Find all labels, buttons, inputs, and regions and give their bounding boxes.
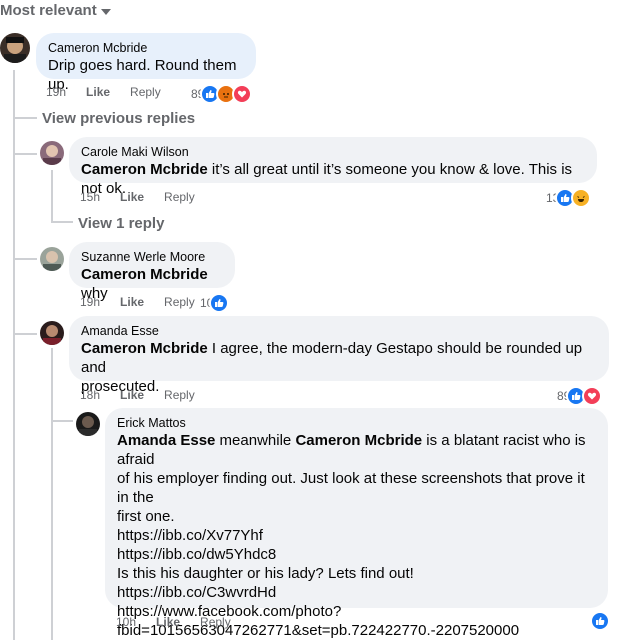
reaction-summary[interactable]: 89 (191, 84, 253, 104)
comment-time[interactable]: 19h (46, 85, 66, 99)
sort-label: Most relevant (0, 2, 97, 19)
url-link[interactable]: https://ibb.co/Xv77Yhf (117, 526, 596, 545)
reply-button[interactable]: Reply (164, 388, 195, 402)
avatar[interactable] (40, 321, 64, 345)
like-button[interactable]: Like (120, 388, 144, 402)
reply-button[interactable]: Reply (130, 85, 161, 99)
comment-bubble: Cameron Mcbride Drip goes hard. Round th… (36, 33, 256, 93)
thread-line (51, 170, 53, 222)
like-button[interactable]: Like (156, 615, 180, 629)
comment-text-line: Is this his daughter or his lady? Lets f… (117, 565, 414, 582)
view-previous-replies-link[interactable]: View previous replies (42, 110, 195, 127)
sort-dropdown[interactable]: Most relevant (0, 2, 111, 19)
thread-branch (13, 153, 37, 155)
reaction-summary[interactable] (588, 611, 610, 631)
mention-link[interactable]: Amanda Esse (117, 432, 215, 449)
mention-link[interactable]: Cameron Mcbride (81, 340, 208, 357)
profile-photo-icon (40, 141, 64, 165)
like-button[interactable]: Like (120, 190, 144, 204)
reply-button[interactable]: Reply (200, 615, 231, 629)
thumbs-up-icon (209, 293, 230, 313)
mention-link[interactable]: Cameron Mcbride (81, 266, 208, 283)
comment-time[interactable]: 15h (80, 190, 100, 204)
laughing-face-icon (571, 188, 592, 208)
view-replies-link[interactable]: View 1 reply (78, 215, 164, 232)
thread-line (51, 348, 53, 640)
comment-meta: 15h Like Reply (80, 190, 215, 204)
comment-text-line: of his employer finding out. Just look a… (117, 470, 585, 506)
like-button[interactable]: Like (120, 295, 144, 309)
comment-meta: 19h Like Reply (80, 295, 215, 309)
comment-bubble: Erick Mattos Amanda Esse meanwhile Camer… (105, 408, 608, 639)
profile-photo-icon (40, 321, 64, 345)
thread-line (13, 70, 15, 640)
comment-author[interactable]: Suzanne Werle Moore (81, 249, 223, 265)
comment-author[interactable]: Erick Mattos (117, 415, 596, 431)
thread-branch (51, 420, 73, 422)
avatar[interactable] (40, 141, 64, 165)
comment-time[interactable]: 19h (80, 295, 100, 309)
comment-text: Amanda Esse meanwhile Cameron Mcbride is… (117, 431, 596, 469)
chevron-down-icon (100, 8, 111, 15)
comment-bubble: Carole Maki Wilson Cameron Mcbride it’s … (69, 137, 597, 197)
profile-photo-icon (76, 412, 100, 436)
thread-branch (13, 258, 37, 260)
reaction-summary[interactable]: 13 (546, 188, 592, 208)
heart-icon (582, 386, 603, 406)
comment-body: meanwhile (215, 432, 296, 449)
comment-author[interactable]: Cameron Mcbride (48, 40, 244, 56)
comment-author[interactable]: Carole Maki Wilson (81, 144, 585, 160)
comment-meta: 10h Like Reply (116, 615, 251, 629)
reaction-summary[interactable]: 10 (200, 293, 230, 313)
avatar[interactable] (0, 33, 30, 63)
mention-link[interactable]: Cameron Mcbride (295, 432, 422, 449)
like-button[interactable]: Like (86, 85, 110, 99)
profile-photo-icon (40, 247, 64, 271)
reaction-summary[interactable]: 89 (557, 386, 603, 406)
thread-branch (51, 221, 73, 223)
mention-link[interactable]: Cameron Mcbride (81, 161, 208, 178)
url-link[interactable]: https://ibb.co/dw5Yhdc8 (117, 545, 596, 564)
comment-text-line: first one. (117, 508, 175, 525)
url-link[interactable]: https://ibb.co/C3wvrdHd (117, 583, 596, 602)
thread-branch (13, 117, 37, 119)
avatar[interactable] (76, 412, 100, 436)
reply-button[interactable]: Reply (164, 190, 195, 204)
reply-button[interactable]: Reply (164, 295, 195, 309)
comment-text: Cameron Mcbride I agree, the modern-day … (81, 339, 597, 377)
comment-time[interactable]: 10h (116, 615, 136, 629)
comment-meta: 18h Like Reply (80, 388, 215, 402)
heart-icon (232, 84, 253, 104)
comment-author[interactable]: Amanda Esse (81, 323, 597, 339)
profile-photo-icon (0, 33, 30, 63)
comment-time[interactable]: 18h (80, 388, 100, 402)
comment-meta: 19h Like Reply (46, 85, 181, 99)
avatar[interactable] (40, 247, 64, 271)
thumbs-up-icon (590, 611, 610, 631)
thread-branch (13, 333, 37, 335)
comment-bubble: Suzanne Werle Moore Cameron Mcbride why (69, 242, 235, 302)
comment-bubble: Amanda Esse Cameron Mcbride I agree, the… (69, 316, 609, 395)
